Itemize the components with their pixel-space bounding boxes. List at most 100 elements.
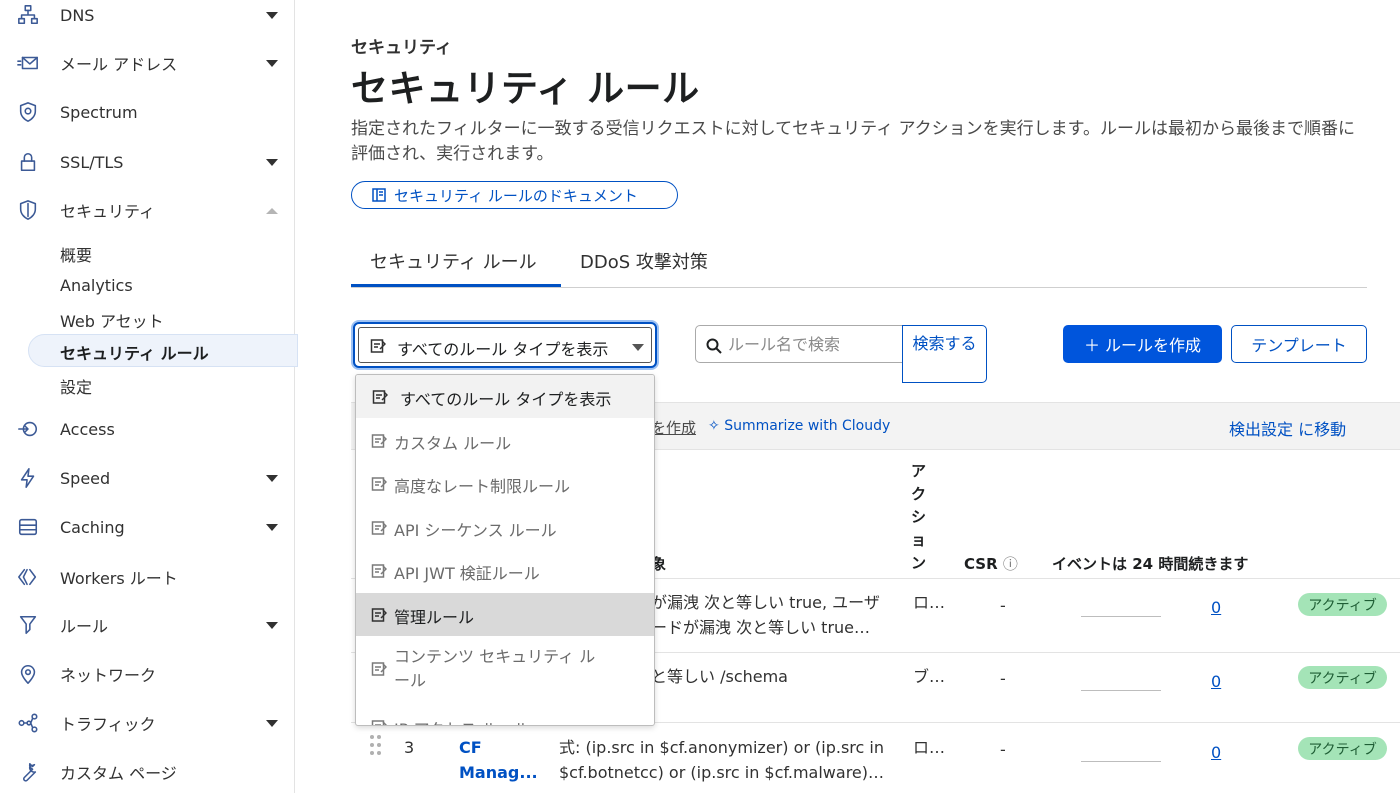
active-tab-indicator bbox=[351, 284, 561, 287]
sidebar-item-label: カスタム ページ bbox=[60, 764, 177, 783]
event-count-link[interactable]: 0 bbox=[1211, 598, 1221, 617]
sidebar-item-email[interactable]: メール アドレス bbox=[0, 43, 294, 83]
dropdown-option-api-jwt[interactable]: API JWT 検証ルール bbox=[356, 549, 654, 592]
row-csr: - bbox=[1000, 740, 1006, 759]
event-sparkline bbox=[1081, 690, 1161, 691]
sidebar-item-label: ネットワーク bbox=[60, 666, 157, 685]
sidebar-item-caching[interactable]: Caching bbox=[0, 507, 294, 547]
chevron-up-icon[interactable] bbox=[266, 208, 278, 214]
page-description: 指定されたフィルターに一致する受信リクエストに対してセキュリティ アクションを実… bbox=[351, 119, 1355, 164]
sidebar-item-access[interactable]: Access bbox=[0, 409, 294, 449]
summarize-cloudy-link[interactable]: ✧ Summarize with Cloudy bbox=[708, 418, 890, 434]
chevron-down-icon[interactable] bbox=[266, 523, 278, 531]
chevron-down-icon[interactable] bbox=[266, 59, 278, 67]
sidebar-item-dns[interactable]: DNS bbox=[0, 0, 294, 35]
breadcrumb: セキュリティ bbox=[351, 38, 452, 58]
sidebar-item-security[interactable]: セキュリティ bbox=[0, 190, 294, 230]
dropdown-option-label: カスタム ルール bbox=[394, 434, 512, 453]
dropdown-option-ip-access[interactable]: IP アクセス ルール bbox=[356, 705, 654, 725]
sidebar-item-label: セキュリティ bbox=[60, 202, 156, 221]
dropdown-option-label: IP アクセス ルール bbox=[394, 716, 530, 725]
status-badge: アクティブ bbox=[1298, 666, 1387, 689]
row-expression-line: が漏洩 次と等しい true, ユーザ bbox=[651, 593, 880, 612]
location-pin-icon bbox=[16, 662, 40, 686]
chevron-down-icon[interactable] bbox=[266, 474, 278, 482]
wrench-icon bbox=[16, 760, 40, 784]
chevron-down-icon[interactable] bbox=[266, 158, 278, 166]
network-icon bbox=[16, 711, 40, 735]
rule-doc-icon bbox=[372, 389, 389, 405]
dropdown-option-all[interactable]: すべてのルール タイプを表示 bbox=[356, 375, 654, 418]
chevron-down-icon[interactable] bbox=[266, 719, 278, 727]
lock-icon bbox=[16, 150, 40, 174]
dropdown-option-label: API JWT 検証ルール bbox=[394, 564, 540, 583]
sidebar-item-label: Speed bbox=[60, 468, 111, 488]
documentation-link-label: セキュリティ ルールのドキュメント bbox=[394, 186, 638, 205]
row-rule-name[interactable]: CF bbox=[459, 735, 482, 760]
row-csr: - bbox=[1000, 669, 1006, 688]
event-count-link[interactable]: 0 bbox=[1211, 672, 1221, 691]
dropdown-option-api-sequence[interactable]: API シーケンス ルール bbox=[356, 506, 654, 549]
event-count-link[interactable]: 0 bbox=[1211, 743, 1221, 762]
sidebar-sub-overview[interactable]: 概要 bbox=[60, 242, 92, 266]
sidebar-sub-analytics[interactable]: Analytics bbox=[60, 276, 133, 295]
search-box bbox=[695, 325, 905, 363]
summarize-cloudy-label: Summarize with Cloudy bbox=[724, 418, 891, 434]
status-badge: アクティブ bbox=[1298, 737, 1387, 760]
dropdown-option-managed[interactable]: 管理ルール bbox=[356, 593, 654, 636]
book-icon bbox=[372, 188, 386, 202]
search-button[interactable]: 検索する bbox=[902, 325, 987, 383]
sidebar-item-spectrum[interactable]: Spectrum bbox=[0, 92, 294, 132]
tab-ddos[interactable]: DDoS 攻撃対策 bbox=[580, 248, 708, 274]
dropdown-option-custom[interactable]: カスタム ルール bbox=[356, 419, 654, 462]
rule-doc-icon bbox=[370, 338, 387, 354]
chevron-down-icon[interactable] bbox=[266, 11, 278, 19]
status-badge: アクティブ bbox=[1298, 593, 1387, 616]
row-rule-name[interactable]: Manag... bbox=[459, 760, 538, 785]
page-title: セキュリティ ルール bbox=[351, 67, 700, 110]
sidebar-item-label: Spectrum bbox=[60, 102, 138, 122]
row-action: ブ… bbox=[913, 667, 946, 686]
drag-handle-icon[interactable] bbox=[370, 735, 382, 757]
chevron-down-icon[interactable] bbox=[266, 621, 278, 629]
create-link[interactable]: を作成 bbox=[651, 417, 696, 438]
sidebar-item-ssl[interactable]: SSL/TLS bbox=[0, 142, 294, 182]
search-input[interactable] bbox=[728, 332, 898, 356]
sidebar-sub-security-rules[interactable]: セキュリティ ルール bbox=[60, 340, 209, 364]
sidebar-item-speed[interactable]: Speed bbox=[0, 458, 294, 498]
detection-settings-link[interactable]: 検出設定 に移動 bbox=[1229, 416, 1346, 440]
template-button[interactable]: テンプレート bbox=[1231, 325, 1367, 363]
row-expression-line: $cf.botnetcc) or (ip.src in $cf.malware)… bbox=[559, 763, 884, 782]
rule-doc-icon bbox=[371, 476, 388, 492]
event-sparkline bbox=[1081, 761, 1161, 762]
event-sparkline bbox=[1081, 616, 1161, 617]
sidebar-item-label: Access bbox=[60, 419, 115, 439]
rule-doc-icon bbox=[371, 661, 388, 677]
sidebar-item-traffic[interactable]: トラフィック bbox=[0, 703, 294, 743]
sidebar-item-rules[interactable]: ルール bbox=[0, 605, 294, 645]
sidebar-item-custom-pages[interactable]: カスタム ページ bbox=[0, 752, 294, 792]
column-header-action: アクション bbox=[911, 462, 927, 572]
row-csr: - bbox=[1000, 596, 1006, 615]
rule-doc-icon bbox=[371, 719, 388, 725]
documentation-link-button[interactable]: セキュリティ ルールのドキュメント bbox=[351, 181, 678, 209]
rule-doc-icon bbox=[371, 607, 388, 623]
shield-icon bbox=[16, 198, 40, 222]
funnel-icon bbox=[16, 613, 40, 637]
sidebar-item-network[interactable]: ネットワーク bbox=[0, 654, 294, 694]
sidebar-item-label: Caching bbox=[60, 517, 125, 537]
rule-type-select[interactable]: すべてのルール タイプを表示 bbox=[353, 322, 657, 368]
sidebar-sub-settings[interactable]: 設定 bbox=[60, 374, 92, 398]
tab-security-rules[interactable]: セキュリティ ルール bbox=[370, 248, 537, 274]
sidebar-item-workers[interactable]: Workers ルート bbox=[0, 557, 294, 597]
sidebar-item-label: Workers ルート bbox=[60, 569, 178, 588]
dropdown-option-content-security[interactable]: コンテンツ セキュリティ ルール bbox=[356, 637, 654, 697]
sidebar-item-label: ルール bbox=[60, 617, 109, 636]
access-icon bbox=[16, 417, 40, 441]
info-icon[interactable]: ⓘ bbox=[1003, 555, 1018, 573]
create-rule-button[interactable]: ＋ ルールを作成 bbox=[1063, 325, 1222, 363]
rule-type-dropdown-menu: すべてのルール タイプを表示 カスタム ルール 高度なレート制限ルール API … bbox=[355, 374, 655, 726]
dropdown-option-rate-limit[interactable]: 高度なレート制限ルール bbox=[356, 462, 654, 505]
dropdown-option-label: 管理ルール bbox=[394, 608, 475, 627]
sidebar-sub-web-assets[interactable]: Web アセット bbox=[60, 308, 164, 332]
